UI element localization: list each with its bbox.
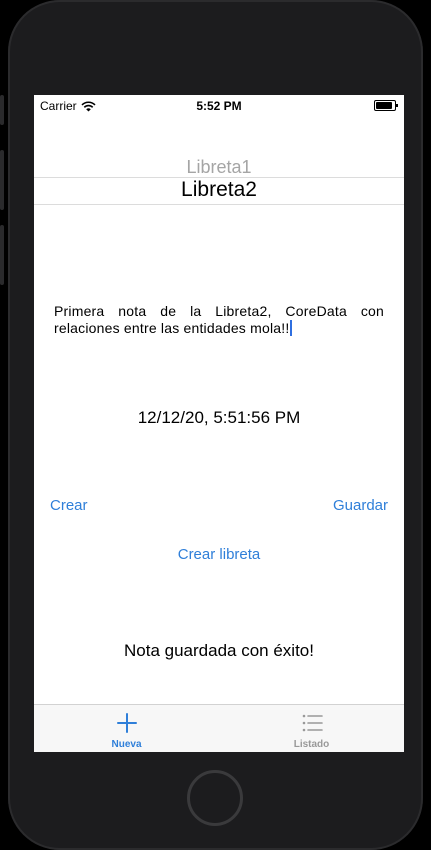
status-bar: Carrier 5:52 PM [34, 95, 404, 115]
tab-bar: Nueva Listado [34, 704, 404, 752]
plus-icon [116, 713, 137, 733]
picker-item-previous[interactable]: Libreta1 [34, 157, 404, 178]
note-date-label: 12/12/20, 5:51:56 PM [137, 408, 301, 427]
home-button[interactable] [187, 770, 243, 826]
save-status-message: Nota guardada con éxito! [124, 641, 314, 660]
battery-icon [374, 100, 398, 111]
tab-nueva[interactable]: Nueva [34, 705, 219, 752]
tab-nueva-label: Nueva [111, 739, 142, 750]
volume-up-button [0, 150, 4, 210]
status-time: 5:52 PM [196, 99, 242, 113]
crear-button[interactable]: Crear [50, 497, 88, 514]
mute-switch [0, 95, 4, 125]
note-text-view[interactable]: Primera nota de la Libreta2, CoreData co… [54, 303, 384, 337]
crear-libreta-button[interactable]: Crear libreta [34, 546, 404, 563]
tab-listado-label: Listado [293, 739, 330, 750]
app-screen: Carrier 5:52 PM Libreta1 Libreta2 Primer… [34, 95, 404, 752]
picker-item-selected[interactable]: Libreta2 [34, 178, 404, 202]
note-text-content: Primera nota de la Libreta2, CoreData co… [54, 303, 384, 336]
tab-listado[interactable]: Listado [219, 705, 404, 752]
picker-selection-bottom-line [34, 204, 404, 205]
volume-down-button [0, 225, 4, 285]
guardar-button[interactable]: Guardar [333, 497, 388, 514]
device-frame: Carrier 5:52 PM Libreta1 Libreta2 Primer… [0, 0, 431, 850]
text-cursor [290, 320, 293, 336]
list-icon [302, 714, 323, 732]
notebook-picker[interactable]: Libreta1 Libreta2 [34, 153, 404, 209]
